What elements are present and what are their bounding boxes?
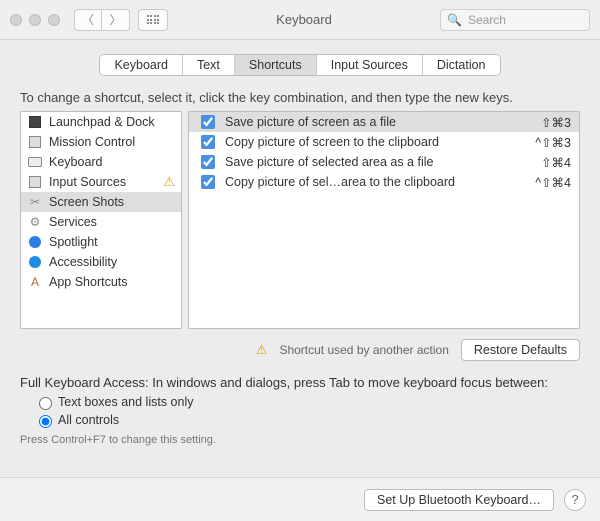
keyboard-icon xyxy=(27,154,43,170)
titlebar: 〈 〉 Keyboard 🔍 xyxy=(0,0,600,40)
category-spotlight[interactable]: Spotlight xyxy=(21,232,181,252)
search-field[interactable]: 🔍 xyxy=(440,9,590,31)
shortcut-label: Save picture of selected area as a file xyxy=(225,155,533,169)
shortcut-row[interactable]: Save picture of selected area as a file … xyxy=(189,152,579,172)
shortcut-label: Copy picture of sel…area to the clipboar… xyxy=(225,175,527,189)
shortcut-checkbox[interactable] xyxy=(201,115,215,129)
category-screen-shots[interactable]: ✂ Screen Shots xyxy=(21,192,181,212)
shortcut-label: Copy picture of screen to the clipboard xyxy=(225,135,527,149)
instruction-text: To change a shortcut, select it, click t… xyxy=(20,90,580,105)
shortcut-keys[interactable]: ^⇧⌘4 xyxy=(527,175,571,190)
category-label: Accessibility xyxy=(49,255,117,269)
grid-icon xyxy=(147,15,160,24)
search-icon: 🔍 xyxy=(447,13,462,27)
services-icon: ⚙ xyxy=(27,214,43,230)
close-icon[interactable] xyxy=(10,14,22,26)
window-controls xyxy=(10,14,60,26)
minimize-icon[interactable] xyxy=(29,14,41,26)
conflict-note: Shortcut used by another action xyxy=(279,343,448,357)
tab-row: Keyboard Text Shortcuts Input Sources Di… xyxy=(99,54,500,76)
mission-control-icon xyxy=(27,134,43,150)
shortcut-row[interactable]: Copy picture of sel…area to the clipboar… xyxy=(189,172,579,192)
nav-buttons: 〈 〉 xyxy=(74,9,130,31)
shortcut-checkbox[interactable] xyxy=(201,155,215,169)
category-label: Keyboard xyxy=(49,155,103,169)
footer: Set Up Bluetooth Keyboard… ? xyxy=(0,477,600,521)
category-label: Services xyxy=(49,215,97,229)
input-sources-icon xyxy=(27,174,43,190)
content-area: Keyboard Text Shortcuts Input Sources Di… xyxy=(0,40,600,456)
panes: Launchpad & Dock Mission Control Keyboar… xyxy=(20,111,580,329)
help-button[interactable]: ? xyxy=(564,489,586,511)
shortcut-row[interactable]: Copy picture of screen to the clipboard … xyxy=(189,132,579,152)
back-button[interactable]: 〈 xyxy=(74,9,102,31)
accessibility-icon xyxy=(27,254,43,270)
app-shortcuts-icon: A xyxy=(27,274,43,290)
zoom-icon[interactable] xyxy=(48,14,60,26)
warning-icon: ⚠ xyxy=(163,174,175,190)
shortcut-list[interactable]: Save picture of screen as a file ⇧⌘3 Cop… xyxy=(188,111,580,329)
fka-option-all[interactable]: All controls xyxy=(34,412,580,428)
category-services[interactable]: ⚙ Services xyxy=(21,212,181,232)
tab-input-sources[interactable]: Input Sources xyxy=(317,55,423,75)
fka-radio-a[interactable] xyxy=(39,397,52,410)
launchpad-icon xyxy=(27,114,43,130)
search-input[interactable] xyxy=(466,12,583,28)
tab-shortcuts[interactable]: Shortcuts xyxy=(235,55,317,75)
shortcut-keys[interactable]: ⇧⌘3 xyxy=(533,115,571,130)
fka-radio-b[interactable] xyxy=(39,415,52,428)
category-label: Input Sources xyxy=(49,175,126,189)
tab-keyboard[interactable]: Keyboard xyxy=(100,55,183,75)
category-label: Mission Control xyxy=(49,135,135,149)
category-app-shortcuts[interactable]: A App Shortcuts xyxy=(21,272,181,292)
fka-label-a: Text boxes and lists only xyxy=(58,395,194,409)
screenshots-icon: ✂ xyxy=(27,194,43,210)
category-list[interactable]: Launchpad & Dock Mission Control Keyboar… xyxy=(20,111,182,329)
setup-bluetooth-button[interactable]: Set Up Bluetooth Keyboard… xyxy=(364,489,554,511)
category-launchpad[interactable]: Launchpad & Dock xyxy=(21,112,181,132)
category-keyboard[interactable]: Keyboard xyxy=(21,152,181,172)
tab-dictation[interactable]: Dictation xyxy=(423,55,500,75)
tab-text[interactable]: Text xyxy=(183,55,235,75)
category-label: Spotlight xyxy=(49,235,98,249)
window-title: Keyboard xyxy=(168,12,440,27)
tab-bar: Keyboard Text Shortcuts Input Sources Di… xyxy=(20,54,580,76)
shortcut-checkbox[interactable] xyxy=(201,135,215,149)
shortcut-row[interactable]: Save picture of screen as a file ⇧⌘3 xyxy=(189,112,579,132)
show-all-button[interactable] xyxy=(138,9,168,31)
shortcut-label: Save picture of screen as a file xyxy=(225,115,533,129)
spotlight-icon xyxy=(27,234,43,250)
category-mission-control[interactable]: Mission Control xyxy=(21,132,181,152)
shortcut-keys[interactable]: ^⇧⌘3 xyxy=(527,135,571,150)
category-input-sources[interactable]: Input Sources ⚠ xyxy=(21,172,181,192)
category-label: App Shortcuts xyxy=(49,275,128,289)
warning-icon: ⚠ xyxy=(256,342,268,358)
fka-intro: Full Keyboard Access: In windows and dia… xyxy=(20,375,580,390)
restore-defaults-button[interactable]: Restore Defaults xyxy=(461,339,580,361)
category-label: Launchpad & Dock xyxy=(49,115,155,129)
fka-label-b: All controls xyxy=(58,413,119,427)
fka-option-textboxes[interactable]: Text boxes and lists only xyxy=(34,394,580,410)
full-keyboard-access: Full Keyboard Access: In windows and dia… xyxy=(20,375,580,446)
fka-hint: Press Control+F7 to change this setting. xyxy=(20,434,580,446)
category-label: Screen Shots xyxy=(49,195,124,209)
below-panes: ⚠ Shortcut used by another action Restor… xyxy=(20,339,580,361)
forward-button[interactable]: 〉 xyxy=(102,9,130,31)
shortcut-checkbox[interactable] xyxy=(201,175,215,189)
category-accessibility[interactable]: Accessibility xyxy=(21,252,181,272)
shortcut-keys[interactable]: ⇧⌘4 xyxy=(533,155,571,170)
